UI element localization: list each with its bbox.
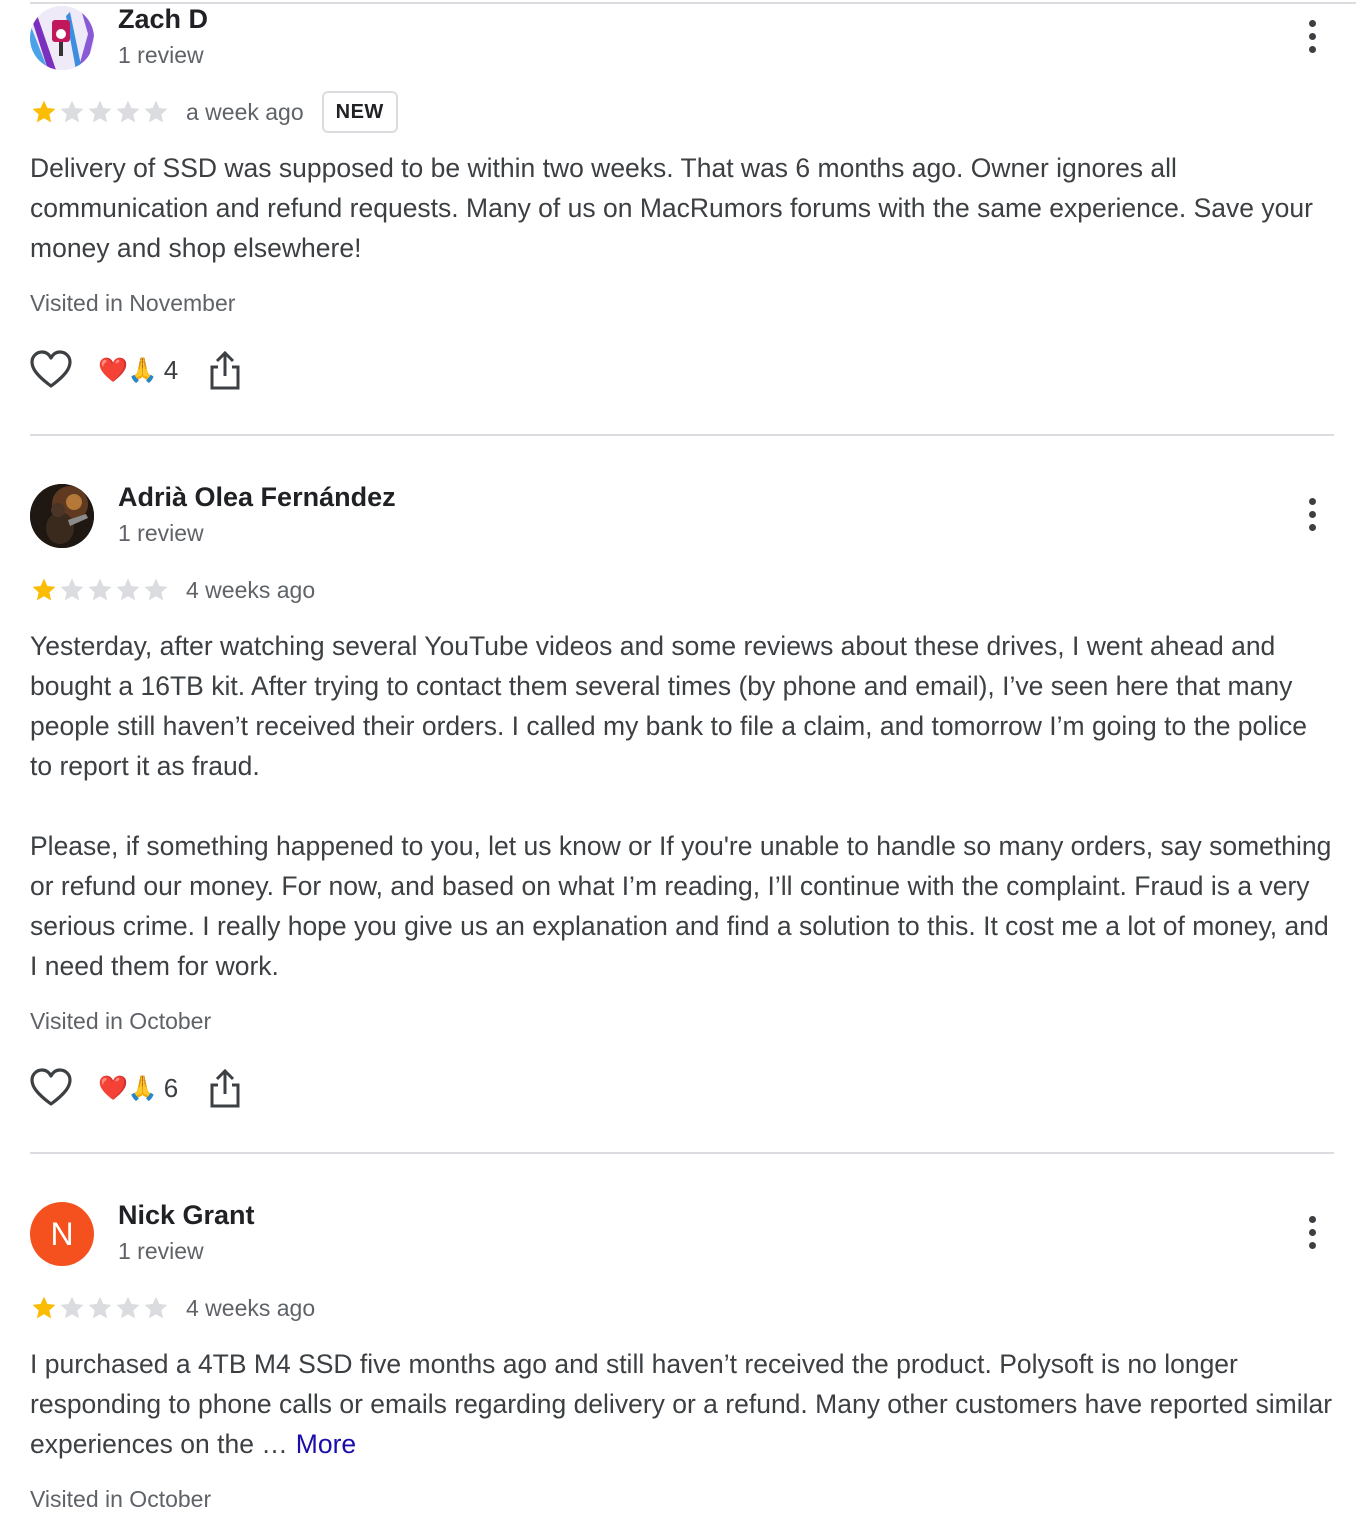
more-link[interactable]: More xyxy=(296,1429,356,1459)
reviewer-review-count[interactable]: 1 review xyxy=(118,42,204,69)
reaction-emoji: ❤️🙏 xyxy=(98,356,158,384)
more-options-icon[interactable] xyxy=(1300,498,1324,538)
star-empty-icon xyxy=(116,1296,140,1319)
review-divider xyxy=(30,434,1334,436)
reviewer-name[interactable]: Zach D xyxy=(118,4,208,35)
review-paragraph: Yesterday, after watching several YouTub… xyxy=(30,631,1308,781)
star-rating xyxy=(30,1294,170,1322)
avatar[interactable] xyxy=(30,6,94,70)
review-text: Yesterday, after watching several YouTub… xyxy=(30,626,1334,986)
reviewer-review-count[interactable]: 1 review xyxy=(118,1238,204,1265)
star-empty-icon xyxy=(144,1296,168,1319)
star-empty-icon xyxy=(144,100,168,123)
star-empty-icon xyxy=(144,578,168,601)
star-empty-icon xyxy=(88,100,112,123)
star-empty-icon xyxy=(116,100,140,123)
reviewer-name[interactable]: Nick Grant xyxy=(118,1200,255,1231)
review-actions: ❤️🙏 6 xyxy=(30,1066,242,1110)
review-actions: ❤️🙏 4 xyxy=(30,348,242,392)
reviewer-review-count[interactable]: 1 review xyxy=(118,520,204,547)
heart-icon[interactable] xyxy=(30,1068,72,1108)
review-time: a week ago xyxy=(186,98,304,125)
star-empty-icon xyxy=(88,1296,112,1319)
more-options-icon[interactable] xyxy=(1300,20,1324,60)
star-rating xyxy=(30,576,170,604)
visited-date: Visited in October xyxy=(30,1486,212,1512)
reaction-count: 4 xyxy=(163,354,179,385)
star-empty-icon xyxy=(60,1296,84,1319)
share-icon[interactable] xyxy=(208,1068,242,1108)
heart-icon[interactable] xyxy=(30,350,72,390)
visited-date: Visited in November xyxy=(30,290,236,316)
avatar[interactable]: N xyxy=(30,1202,94,1266)
star-rating xyxy=(30,98,170,126)
review-time: 4 weeks ago xyxy=(186,576,316,603)
reaction-emoji: ❤️🙏 xyxy=(98,1074,158,1102)
rating-row: a week ago NEW xyxy=(30,91,398,133)
review-paragraph-text: I purchased a 4TB M4 SSD five months ago… xyxy=(30,1349,1333,1459)
star-empty-icon xyxy=(88,578,112,601)
rating-row: 4 weeks ago xyxy=(30,570,315,610)
star-filled-icon xyxy=(32,578,56,601)
star-empty-icon xyxy=(60,100,84,123)
review-text: I purchased a 4TB M4 SSD five months ago… xyxy=(30,1344,1334,1464)
review-text: Delivery of SSD was supposed to be withi… xyxy=(30,148,1334,268)
star-filled-icon xyxy=(32,1296,56,1319)
review-paragraph: I purchased a 4TB M4 SSD five months ago… xyxy=(30,1344,1334,1464)
visited-date: Visited in October xyxy=(30,1008,212,1034)
avatar[interactable] xyxy=(30,484,94,548)
reactions[interactable]: ❤️🙏 6 xyxy=(98,1073,178,1104)
star-filled-icon xyxy=(32,100,56,123)
star-empty-icon xyxy=(116,578,140,601)
review-time: 4 weeks ago xyxy=(186,1294,316,1321)
review-paragraph: Please, if something happened to you, le… xyxy=(30,831,1332,981)
rating-row: 4 weeks ago xyxy=(30,1288,315,1328)
review-divider xyxy=(30,1152,1334,1154)
reactions[interactable]: ❤️🙏 4 xyxy=(98,355,178,386)
more-options-icon[interactable] xyxy=(1300,1216,1324,1256)
share-icon[interactable] xyxy=(208,350,242,390)
top-divider xyxy=(30,2,1356,4)
reaction-count: 6 xyxy=(163,1072,179,1103)
new-badge: NEW xyxy=(321,91,398,133)
review-paragraph: Delivery of SSD was supposed to be withi… xyxy=(30,153,1313,263)
star-empty-icon xyxy=(60,578,84,601)
reviewer-name[interactable]: Adrià Olea Fernández xyxy=(118,482,396,513)
